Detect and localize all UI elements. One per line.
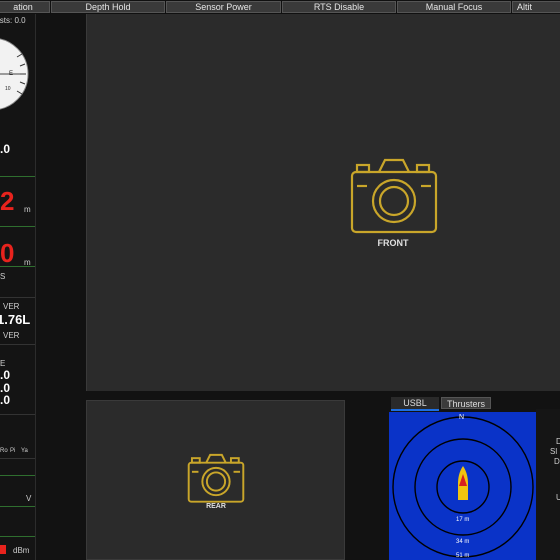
altitude-button[interactable]: Altit — [512, 1, 560, 13]
rear-camera-label: REAR — [206, 503, 226, 510]
top-toolbar: ation Depth Hold Sensor Power RTS Disabl… — [0, 0, 560, 14]
pitch-label: Pi — [10, 448, 16, 454]
depth-unit: m — [24, 205, 31, 214]
sensor-power-button[interactable]: Sensor Power — [166, 1, 281, 13]
divider — [0, 458, 36, 459]
info-label-d2: D — [554, 457, 560, 466]
tab-usbl[interactable]: USBL — [391, 397, 439, 411]
ver-label-2: VER — [3, 331, 20, 340]
ver-label: VER — [3, 302, 20, 311]
divider — [0, 176, 36, 177]
rts-disable-button[interactable]: RTS Disable — [282, 1, 396, 13]
north-marker: N — [459, 414, 465, 421]
front-camera-label: FRONT — [377, 238, 409, 248]
panel-separator — [35, 14, 36, 560]
value-1: .0 — [0, 368, 11, 382]
usbl-info-panel: D Sl D U — [536, 409, 560, 560]
depth-hold-button[interactable]: Depth Hold — [51, 1, 165, 13]
signal-indicator — [0, 545, 6, 554]
divider — [0, 536, 36, 537]
divider — [0, 344, 36, 345]
range-label-34: 34 m — [456, 539, 470, 545]
usbl-plot[interactable]: N 17 m 34 m 51 m — [389, 412, 536, 560]
depth-value: 2 — [0, 186, 15, 216]
divider — [0, 297, 36, 298]
info-label-d: D — [556, 437, 560, 446]
info-label-sl: Sl — [550, 447, 558, 456]
rear-camera-view[interactable]: REAR — [86, 400, 345, 560]
divider — [0, 414, 36, 415]
camera-icon — [187, 453, 245, 503]
info-label-u: U — [556, 493, 560, 502]
divider — [0, 506, 36, 507]
manual-focus-button[interactable]: Manual Focus — [397, 1, 511, 13]
range-label-51: 51 m — [456, 553, 470, 559]
e-label: E — [0, 359, 6, 368]
altitude-value: 0 — [0, 238, 15, 268]
dbm-unit: dBm — [13, 546, 30, 555]
voltage-unit: V — [26, 494, 32, 503]
instrument-panel: ists: 0.0 E 10 .0 2 m 0 m S VER 1.76L VE… — [0, 14, 36, 560]
s-label: S — [0, 272, 6, 281]
divider — [0, 266, 36, 267]
divider — [0, 475, 36, 476]
tab-thrusters[interactable]: Thrusters — [441, 397, 491, 409]
compass-tick-10: 10 — [5, 86, 11, 92]
roll-label: Ro — [0, 448, 8, 454]
divider — [0, 226, 36, 227]
compass-tick-e: E — [9, 71, 14, 77]
front-camera-view[interactable]: FRONT — [86, 14, 560, 391]
compass-dial — [0, 38, 29, 110]
value-3: .0 — [0, 393, 11, 407]
camera-icon — [350, 158, 438, 234]
navigation-button[interactable]: ation — [0, 1, 50, 13]
version-value: 1.76L — [0, 312, 31, 327]
range-label-17: 17 m — [456, 517, 470, 523]
usbl-range-rings — [392, 416, 534, 558]
yaw-label: Ya — [21, 448, 28, 454]
heading-value: .0 — [0, 142, 11, 156]
